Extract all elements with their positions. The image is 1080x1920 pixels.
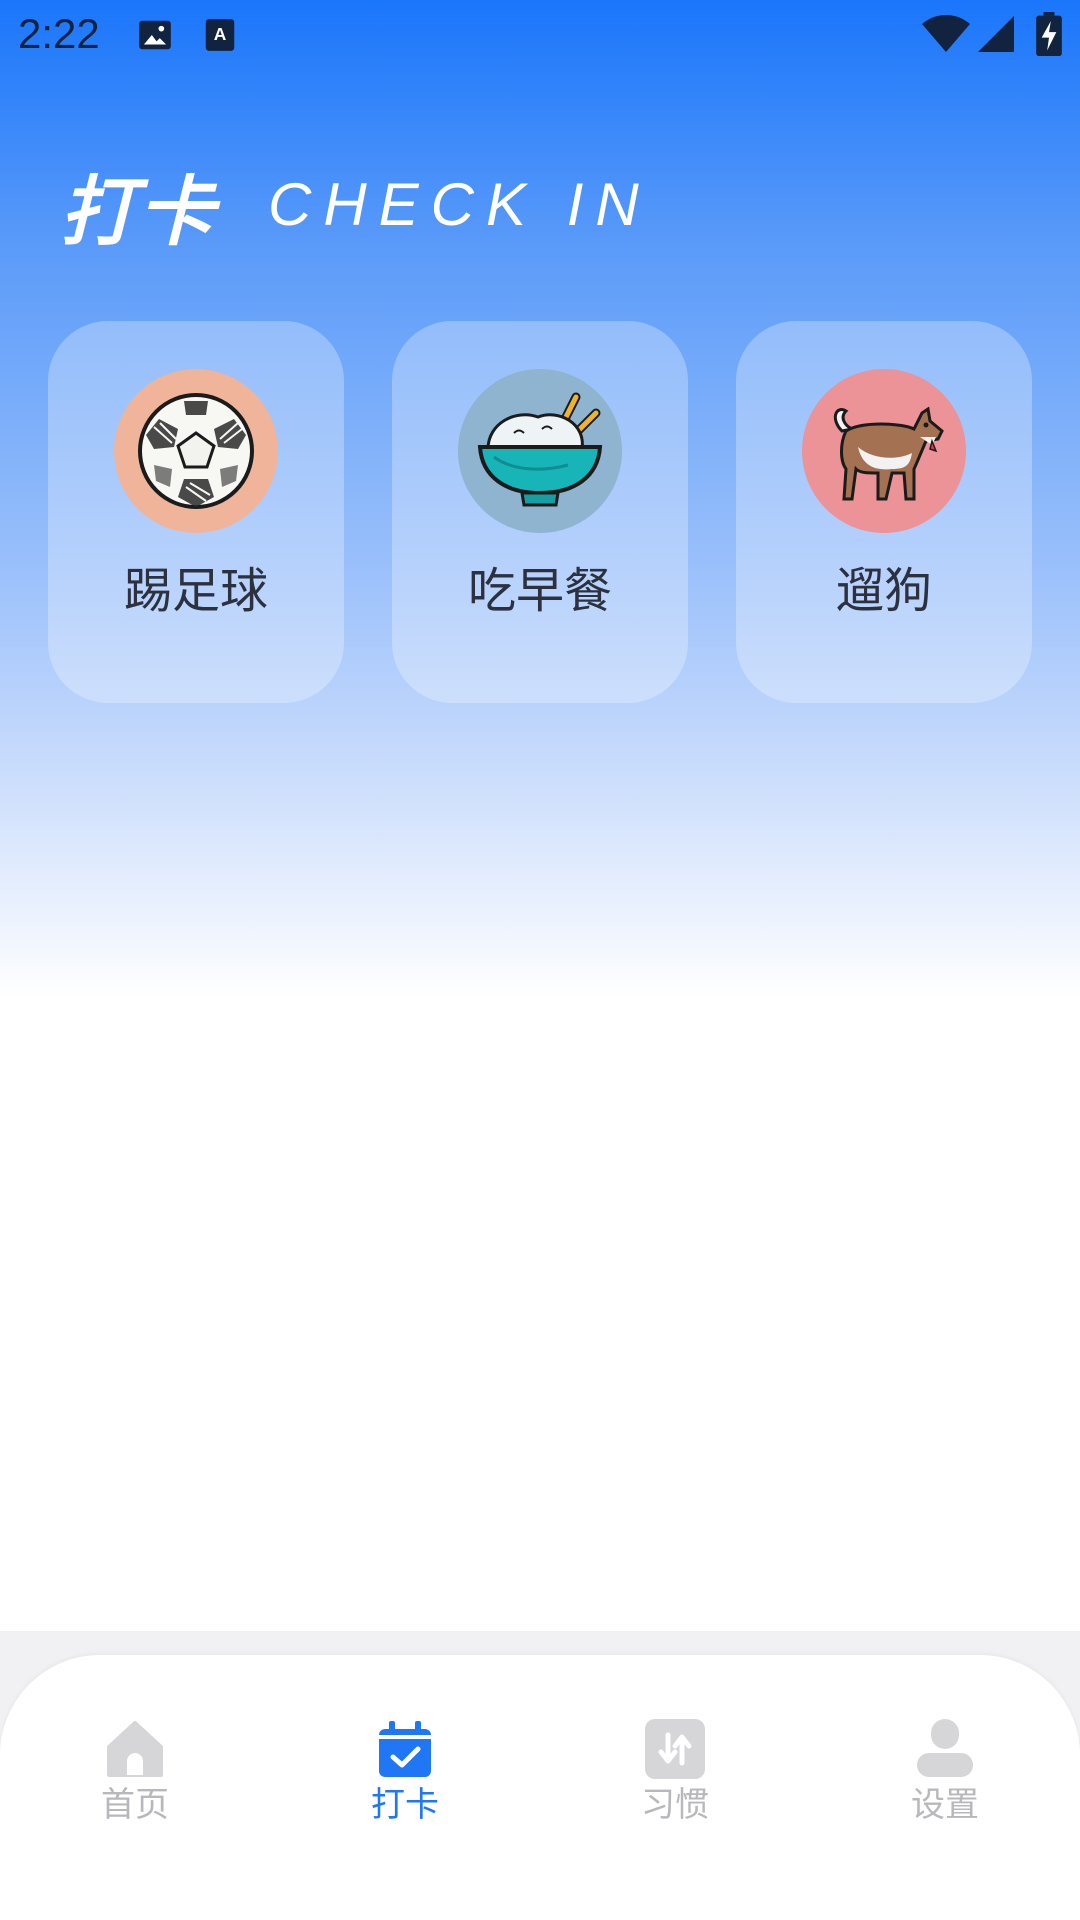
page-title: 打卡 <box>60 167 216 256</box>
bottom-nav: 首页 打卡 习惯 设置 <box>0 1655 1080 1920</box>
status-bar: 2:22 A <box>0 0 1080 72</box>
checkin-card-breakfast[interactable]: 吃早餐 <box>392 321 688 703</box>
swap-arrows-icon <box>645 1719 705 1779</box>
calendar-check-icon <box>375 1719 435 1779</box>
nav-label: 首页 <box>101 1785 169 1825</box>
image-icon <box>136 16 174 58</box>
card-label: 吃早餐 <box>467 563 612 619</box>
nav-label: 习惯 <box>641 1785 709 1825</box>
nav-item-checkin[interactable]: 打卡 <box>335 1719 475 1839</box>
text-a-icon: A <box>204 16 236 58</box>
nav-label: 设置 <box>911 1785 979 1825</box>
signal-icon <box>978 16 1014 56</box>
status-time: 2:22 <box>18 10 100 57</box>
rice-bowl-icon <box>458 369 622 533</box>
soccer-ball-icon <box>114 369 278 533</box>
dog-icon <box>802 369 966 533</box>
wifi-icon <box>922 14 970 58</box>
nav-label: 打卡 <box>371 1785 439 1825</box>
page-subtitle: CHECK IN <box>268 171 651 238</box>
card-label: 遛狗 <box>835 563 932 619</box>
battery-charging-icon <box>1036 12 1062 60</box>
home-icon <box>105 1719 165 1779</box>
card-label: 踢足球 <box>123 563 268 619</box>
checkin-card-soccer[interactable]: 踢足球 <box>48 321 344 703</box>
nav-item-settings[interactable]: 设置 <box>875 1719 1015 1839</box>
user-icon <box>915 1719 975 1779</box>
nav-item-habits[interactable]: 习惯 <box>605 1719 745 1839</box>
svg-text:A: A <box>214 24 227 44</box>
checkin-card-walk-dog[interactable]: 遛狗 <box>736 321 1032 703</box>
nav-item-home[interactable]: 首页 <box>65 1719 205 1839</box>
